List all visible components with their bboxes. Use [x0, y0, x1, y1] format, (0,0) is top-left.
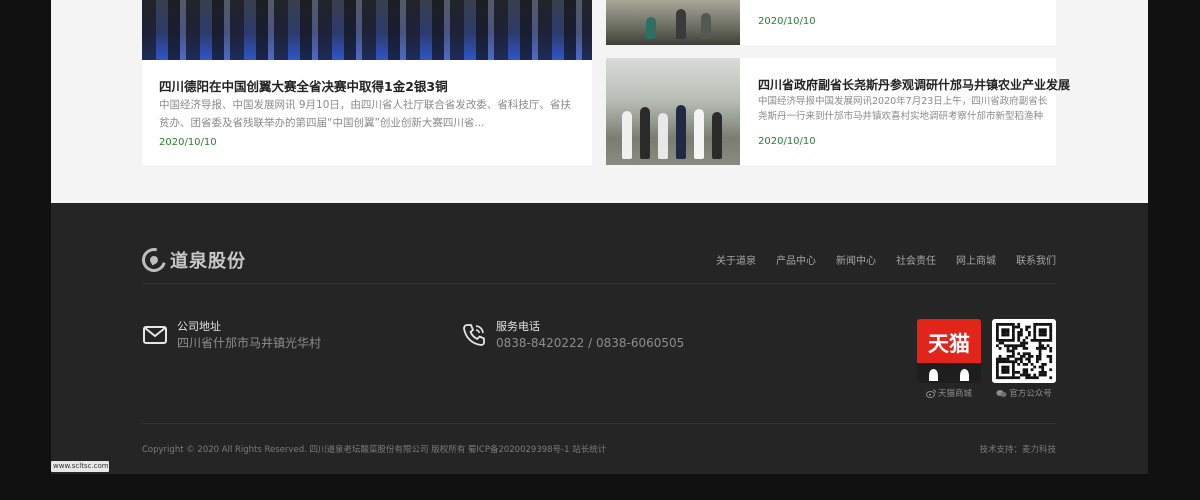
address-block: 公司地址 四川省什邡市马井镇光华村: [142, 320, 321, 352]
news-date: 2020/10/10: [758, 136, 816, 147]
logo-icon: [137, 243, 171, 277]
address-value: 四川省什邡市马井镇光华村: [177, 336, 322, 350]
tmall-logo[interactable]: 天猫: [917, 319, 981, 383]
copyright-text: Copyright © 2020 All Rights Reserved. 四川…: [142, 445, 607, 455]
address-label: 公司地址: [177, 320, 221, 333]
footer-logo[interactable]: 道泉股份: [137, 243, 246, 277]
url-tag: www.scltsc.com: [51, 461, 109, 472]
news-photo-award-ceremony[interactable]: [142, 0, 592, 60]
phone-icon: [463, 324, 485, 346]
news-summary: 中国经济导报中国发展网讯2020年7月23日上午，四川省政府副省长尧斯丹一行来到…: [758, 96, 1048, 122]
news-date: 2020/10/10: [159, 137, 217, 148]
page-shell: 四川德阳在中国创翼大赛全省决赛中取得1金2银3铜 中国经济导报、中国发展网讯 9…: [51, 0, 1148, 474]
tmall-caption: 天猫商城: [937, 389, 972, 399]
news-section: 四川德阳在中国创翼大赛全省决赛中取得1金2银3铜 中国经济导报、中国发展网讯 9…: [51, 0, 1148, 203]
phone-value: 0838-8420222 / 0838-6060505: [496, 336, 685, 350]
wechat-qr-code[interactable]: [992, 319, 1056, 383]
footer-nav-contact[interactable]: 联系我们: [1016, 252, 1056, 267]
wechat-icon: [996, 389, 1007, 397]
footer-nav-responsibility[interactable]: 社会责任: [896, 252, 936, 267]
footer-divider: [142, 423, 1056, 424]
news-card-bottom-right[interactable]: 四川省政府副省长尧斯丹参观调研什邡马井镇农业产业发展 中国经济导报中国发展网讯2…: [606, 58, 1070, 165]
phone-block: 服务电话 0838-8420222 / 0838-6060505: [461, 320, 684, 352]
news-date: 2020/10/10: [758, 16, 816, 27]
footer-nav: 关于道泉 产品中心 新闻中心 社会责任 网上商城 联系我们: [696, 252, 1056, 267]
footer: 道泉股份 关于道泉 产品中心 新闻中心 社会责任 网上商城 联系我们 公司地址 …: [51, 203, 1148, 474]
wechat-caption: 官方公众号: [1009, 389, 1052, 399]
weibo-icon: [925, 389, 936, 398]
news-summary: 中国经济导报、中国发展网讯 9月10日，由四川省人社厅联合省发改委、省科技厅、省…: [159, 99, 571, 129]
news-title[interactable]: 四川省政府副省长尧斯丹参观调研什邡马井镇农业产业发展: [758, 76, 1070, 93]
news-card-featured[interactable]: 四川德阳在中国创翼大赛全省决赛中取得1金2银3铜 中国经济导报、中国发展网讯 9…: [142, 0, 592, 165]
wechat-qr-block[interactable]: 官方公众号: [992, 319, 1056, 399]
tech-support-link[interactable]: 技术支持：麦力科技: [979, 443, 1056, 455]
footer-nav-products[interactable]: 产品中心: [776, 252, 816, 267]
footer-nav-shop[interactable]: 网上商城: [956, 252, 996, 267]
tmall-store-block[interactable]: 天猫 天猫商城: [917, 319, 981, 399]
footer-nav-about[interactable]: 关于道泉: [716, 252, 756, 267]
phone-label: 服务电话: [496, 320, 540, 333]
news-thumbnail[interactable]: [606, 0, 740, 45]
news-thumbnail[interactable]: [606, 58, 740, 165]
news-card-top-right[interactable]: 2020/10/10: [606, 0, 1056, 45]
footer-nav-news[interactable]: 新闻中心: [836, 252, 876, 267]
logo-text: 道泉股份: [170, 251, 246, 272]
news-title[interactable]: 四川德阳在中国创翼大赛全省决赛中取得1金2银3铜: [159, 76, 579, 95]
footer-divider: [142, 283, 1056, 284]
mail-icon: [143, 326, 167, 344]
